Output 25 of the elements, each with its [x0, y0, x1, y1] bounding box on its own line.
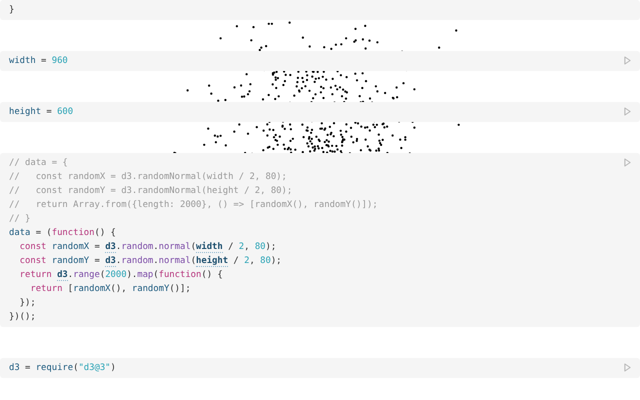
code-line: // data = { [9, 157, 68, 170]
code-line: } [9, 4, 14, 17]
code-line: width = 960 [9, 55, 68, 68]
code-line: const randomY = d3.random.normal(height / 2, 80); [18, 254, 282, 268]
code-line: }); [18, 297, 36, 310]
code-line: d3 = require("d3@3") [9, 362, 116, 375]
code-line: data = (function() { [9, 227, 116, 240]
code-cell[interactable]: width = 960 [0, 51, 640, 71]
code-line: })(); [9, 311, 36, 324]
play-icon[interactable] [624, 158, 631, 167]
code-line: // const randomX = d3.randomNormal(width / 2, 80); [9, 171, 287, 184]
code-cell[interactable]: } [0, 0, 640, 20]
code-line: return [randomX(), randomY()]; [29, 283, 191, 296]
code-line: return d3.range(2000).map(function() { [18, 269, 223, 282]
play-icon[interactable] [624, 107, 631, 116]
code-cell[interactable]: d3 = require("d3@3") [0, 358, 640, 378]
play-icon[interactable] [624, 56, 631, 65]
code-line: // } [9, 213, 30, 226]
code-cell[interactable] [0, 153, 640, 327]
code-line: const randomX = d3.random.normal(width / 2, 80); [18, 240, 276, 254]
play-icon[interactable] [624, 363, 631, 372]
code-line: height = 600 [9, 106, 74, 119]
code-line: // return Array.from({length: 2000}, () => [randomX(), randomY()]); [9, 199, 378, 212]
code-cell[interactable]: height = 600 [0, 102, 640, 122]
code-line: // const randomY = d3.randomNormal(height / 2, 80); [9, 185, 292, 198]
